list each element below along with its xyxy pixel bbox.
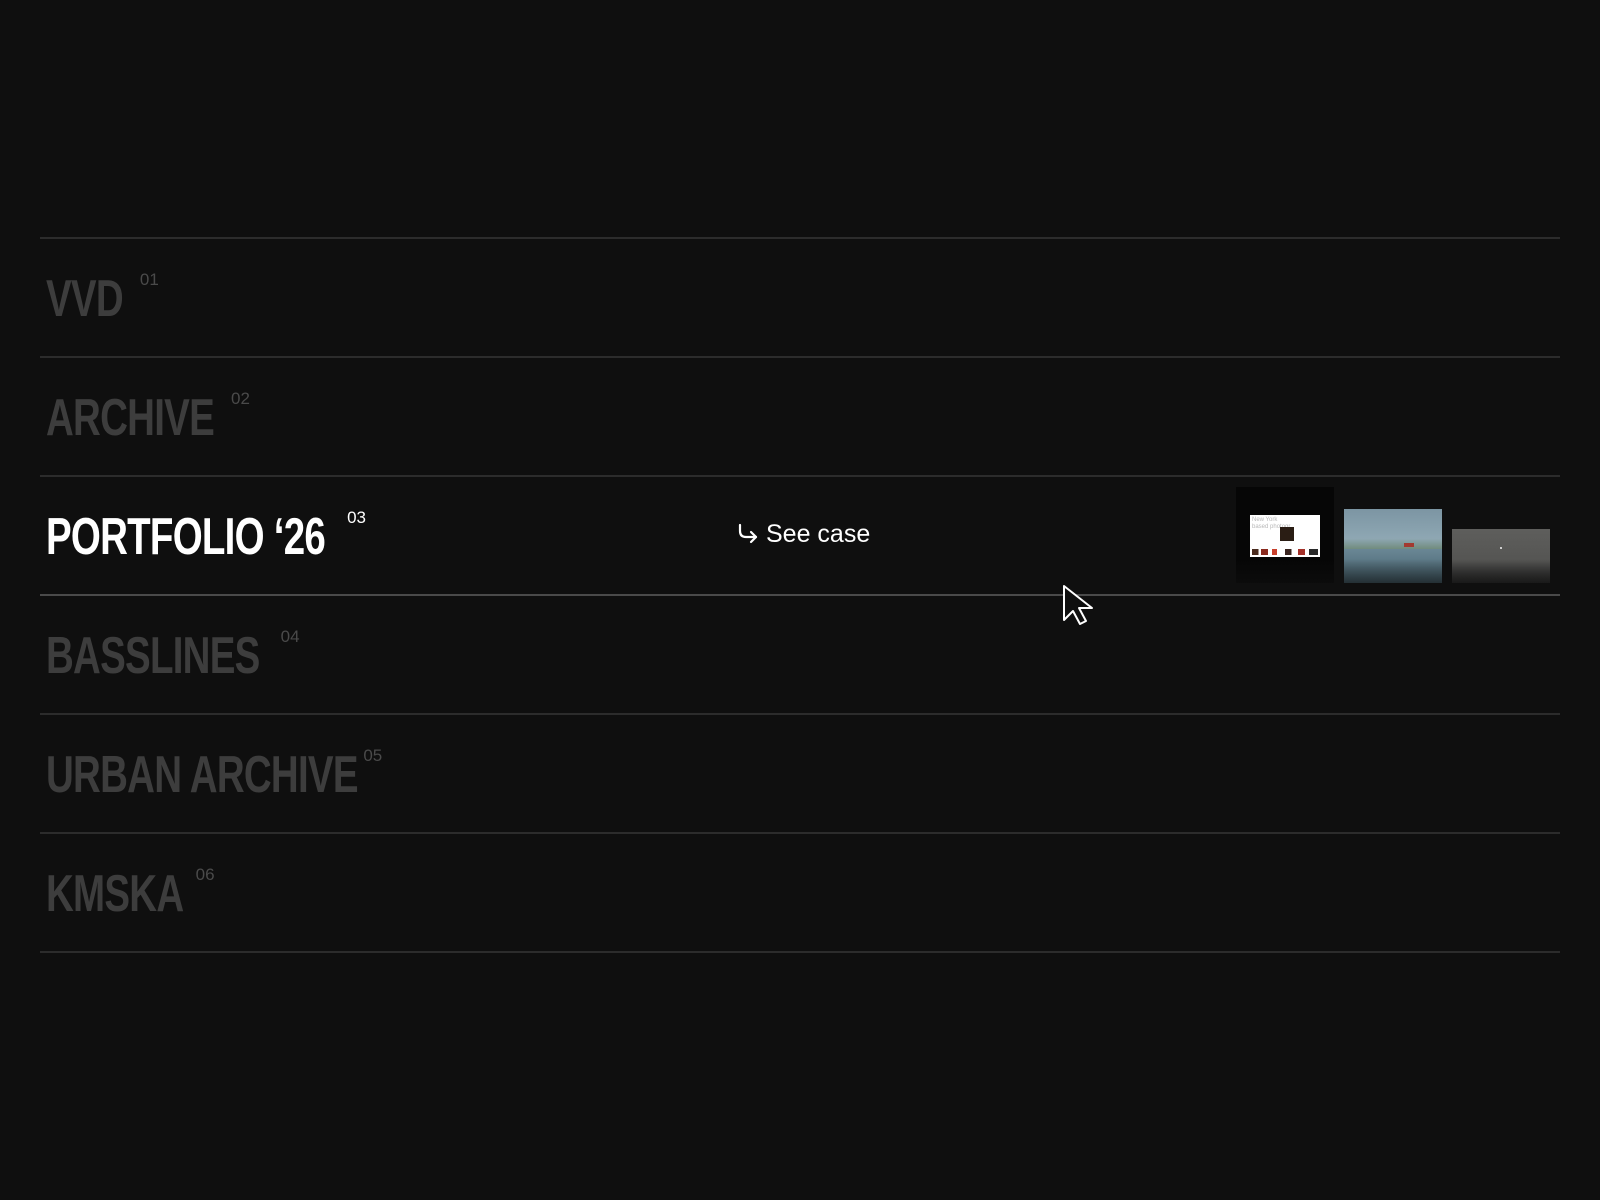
project-row-portfolio-26[interactable]: PORTFOLIO ‘26 03 See case New York based…: [40, 477, 1560, 596]
thumbnail-fade: [1236, 559, 1556, 589]
project-number: 03: [347, 508, 366, 527]
see-case-label: See case: [766, 520, 871, 548]
project-title: VVD 01: [46, 269, 159, 329]
project-number: 06: [195, 865, 215, 884]
project-row-urban-archive[interactable]: URBAN ARCHIVE 05: [40, 715, 1560, 834]
project-name: BASSLINES: [46, 627, 260, 685]
project-title: ARCHIVE 02: [46, 388, 250, 448]
project-title: PORTFOLIO ‘26 03: [46, 507, 366, 567]
project-number: 05: [363, 746, 383, 765]
thumbnail-strip: [1252, 549, 1318, 555]
project-thumbnails: New York based photogr: [1236, 487, 1556, 589]
project-title: BASSLINES 04: [46, 626, 300, 686]
project-name: PORTFOLIO ‘26: [46, 508, 326, 566]
project-name: VVD: [46, 270, 124, 328]
project-row-archive[interactable]: ARCHIVE 02: [40, 358, 1560, 477]
project-row-basslines[interactable]: BASSLINES 04: [40, 596, 1560, 715]
project-name: ARCHIVE: [46, 389, 215, 447]
see-case-link[interactable]: See case: [734, 519, 870, 549]
project-number: 04: [280, 627, 300, 646]
project-name: URBAN ARCHIVE: [46, 746, 359, 804]
arrow-return-right-icon: [738, 523, 758, 544]
project-list: VVD 01 ARCHIVE 02 PORTFOLIO ‘26 03 See c…: [40, 237, 1560, 953]
project-row-vvd[interactable]: VVD 01: [40, 239, 1560, 358]
project-title: KMSKA 06: [46, 864, 215, 924]
mouse-cursor-icon: [1063, 585, 1093, 625]
thumbnail-page: New York based photogr: [1250, 515, 1320, 557]
thumbnail-photo: [1280, 527, 1294, 541]
project-number: 02: [231, 389, 250, 408]
project-row-kmska[interactable]: KMSKA 06: [40, 834, 1560, 953]
project-title: URBAN ARCHIVE 05: [46, 745, 382, 805]
project-number: 01: [139, 270, 159, 289]
project-name: KMSKA: [46, 865, 184, 923]
thumbnail-red-mark: [1404, 543, 1414, 547]
thumbnail-dot: [1500, 547, 1502, 549]
